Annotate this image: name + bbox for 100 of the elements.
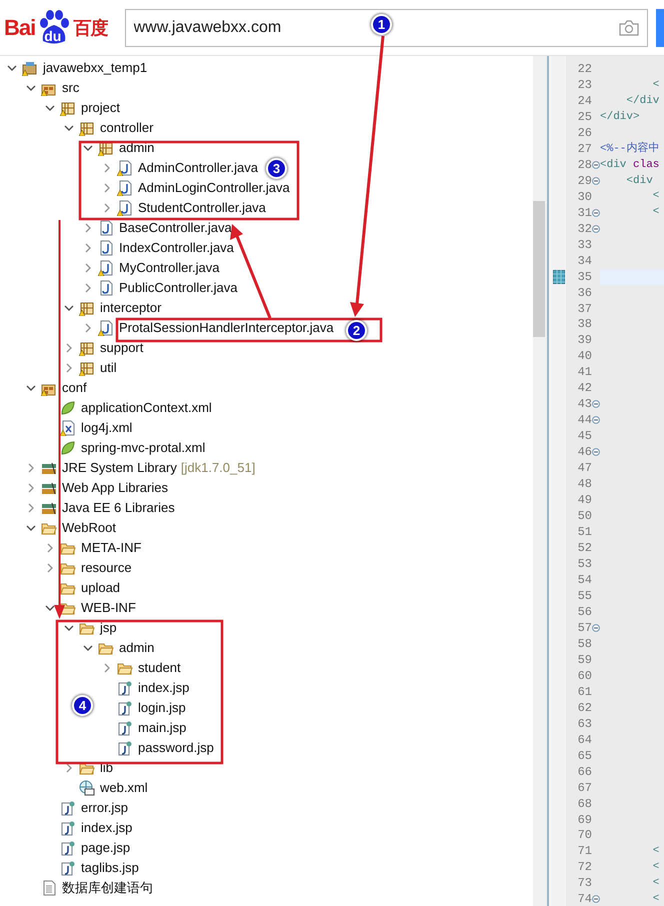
line-number: 48 bbox=[576, 476, 592, 494]
tree-item[interactable]: password.jsp bbox=[138, 738, 214, 758]
code-token: < bbox=[652, 78, 660, 93]
fold-icon[interactable] bbox=[592, 895, 600, 904]
tree-item[interactable]: Java EE 6 Libraries bbox=[62, 498, 175, 518]
tree-item[interactable]: resource bbox=[81, 558, 132, 578]
tree-item[interactable]: src bbox=[62, 78, 80, 98]
line-number: 22 bbox=[576, 60, 592, 78]
fold-icon[interactable] bbox=[592, 160, 600, 169]
tree-item[interactable]: AdminController.java bbox=[138, 158, 258, 178]
tree-item[interactable]: upload bbox=[81, 578, 120, 598]
line-number: 73 bbox=[576, 875, 592, 892]
tree-item[interactable]: StudentController.java bbox=[138, 198, 266, 218]
tree-item[interactable]: admin bbox=[119, 138, 154, 158]
line-number: 41 bbox=[576, 364, 592, 382]
line-number: 32 bbox=[576, 220, 592, 238]
scrollbar[interactable] bbox=[533, 56, 547, 906]
code-token: < bbox=[652, 876, 660, 892]
tree-item[interactable]: admin bbox=[119, 638, 154, 658]
line-number: 58 bbox=[576, 636, 592, 653]
line-number: 61 bbox=[576, 684, 592, 701]
code-token: < bbox=[652, 189, 660, 204]
tree-item[interactable]: IndexController.java bbox=[119, 238, 234, 258]
line-number: 51 bbox=[576, 524, 592, 542]
tree-item[interactable]: main.jsp bbox=[138, 718, 186, 738]
tree-item[interactable]: PublicController.java bbox=[119, 278, 238, 298]
code-token: < bbox=[652, 860, 660, 876]
line-number: 40 bbox=[576, 348, 592, 366]
line-number: 52 bbox=[576, 540, 592, 558]
fold-icon[interactable] bbox=[592, 624, 600, 632]
tree-item[interactable]: web.xml bbox=[100, 778, 148, 798]
tree-item[interactable]: Web App Libraries bbox=[62, 478, 168, 498]
fold-icon[interactable] bbox=[592, 176, 600, 185]
tree-item[interactable]: applicationContext.xml bbox=[81, 398, 212, 418]
logo-text: du bbox=[44, 28, 62, 42]
line-number: 45 bbox=[576, 428, 592, 446]
camera-icon[interactable] bbox=[619, 20, 640, 36]
tree-item[interactable]: controller bbox=[100, 118, 154, 138]
tree-item[interactable]: student bbox=[138, 658, 181, 678]
line-number: 71 bbox=[576, 843, 592, 860]
line-number: 36 bbox=[576, 284, 592, 302]
fold-icon[interactable] bbox=[592, 400, 600, 408]
line-number: 55 bbox=[576, 588, 592, 605]
line-number: 59 bbox=[576, 652, 592, 669]
tree-item[interactable]: JRE System Library bbox=[62, 458, 177, 478]
line-number: 44 bbox=[576, 412, 592, 430]
logo-text: 百度 bbox=[73, 18, 108, 36]
fold-icon[interactable] bbox=[592, 448, 600, 456]
code-token: </div> bbox=[600, 110, 640, 125]
line-number: 63 bbox=[576, 716, 592, 733]
tree-item[interactable]: project bbox=[81, 98, 120, 118]
code-token: <%--内容中 bbox=[600, 140, 660, 157]
tree-item[interactable]: support bbox=[100, 338, 144, 358]
line-number: 54 bbox=[576, 572, 592, 589]
scrollbar-thumb[interactable] bbox=[533, 201, 545, 337]
tree-item[interactable]: log4j.xml bbox=[81, 418, 132, 438]
tree-item[interactable]: MyController.java bbox=[119, 258, 220, 278]
tree-item[interactable]: index.jsp bbox=[81, 818, 132, 838]
line-number: 46 bbox=[576, 444, 592, 462]
callout-number: 2 bbox=[346, 320, 367, 341]
line-number: 29 bbox=[576, 172, 592, 190]
callout-number: 3 bbox=[266, 158, 287, 179]
tree-item[interactable]: login.jsp bbox=[138, 698, 186, 718]
line-number: 25 bbox=[576, 108, 592, 126]
line-number: 65 bbox=[576, 748, 592, 765]
tree-item[interactable]: javawebxx_temp1 bbox=[43, 58, 148, 78]
tree-item[interactable]: conf bbox=[62, 378, 87, 398]
line-number: 27 bbox=[576, 140, 592, 158]
fold-icon[interactable] bbox=[592, 416, 600, 424]
line-number: 47 bbox=[576, 460, 592, 478]
tree-item[interactable]: util bbox=[100, 358, 117, 378]
tree-item[interactable]: index.jsp bbox=[138, 678, 190, 698]
tree-item[interactable]: page.jsp bbox=[81, 838, 130, 858]
tree-item[interactable]: error.jsp bbox=[81, 798, 128, 818]
code-token: </div bbox=[625, 94, 660, 109]
tree-item[interactable]: META-INF bbox=[81, 538, 142, 558]
tree-item[interactable]: taglibs.jsp bbox=[81, 858, 139, 878]
fold-icon[interactable] bbox=[592, 208, 600, 217]
tree-item[interactable]: ProtalSessionHandlerInterceptor.java bbox=[119, 318, 334, 338]
tree-item[interactable]: jsp bbox=[100, 618, 117, 638]
logo-text: Bai bbox=[4, 16, 36, 38]
tree-item[interactable]: interceptor bbox=[100, 298, 162, 318]
tree-item[interactable]: 数据库创建语句 bbox=[62, 878, 153, 898]
line-number: 39 bbox=[576, 332, 592, 350]
tree-item[interactable]: WEB-INF bbox=[81, 598, 136, 618]
line-number: 70 bbox=[576, 827, 592, 844]
line-number: 31 bbox=[576, 204, 592, 222]
line-number: 43 bbox=[576, 396, 592, 414]
line-number: 64 bbox=[576, 732, 592, 749]
line-number: 72 bbox=[576, 859, 592, 876]
fold-icon[interactable] bbox=[592, 224, 600, 233]
line-number: 62 bbox=[576, 700, 592, 717]
code-token: <div bbox=[625, 174, 653, 189]
tree-item[interactable]: AdminLoginController.java bbox=[138, 178, 290, 198]
line-number: 37 bbox=[576, 300, 592, 318]
line-number: 33 bbox=[576, 236, 592, 254]
tree-item[interactable]: spring-mvc-protal.xml bbox=[81, 438, 206, 458]
tree-item[interactable]: BaseController.java bbox=[119, 218, 232, 238]
line-number: 53 bbox=[576, 556, 592, 574]
tree-item[interactable]: WebRoot bbox=[62, 518, 116, 538]
